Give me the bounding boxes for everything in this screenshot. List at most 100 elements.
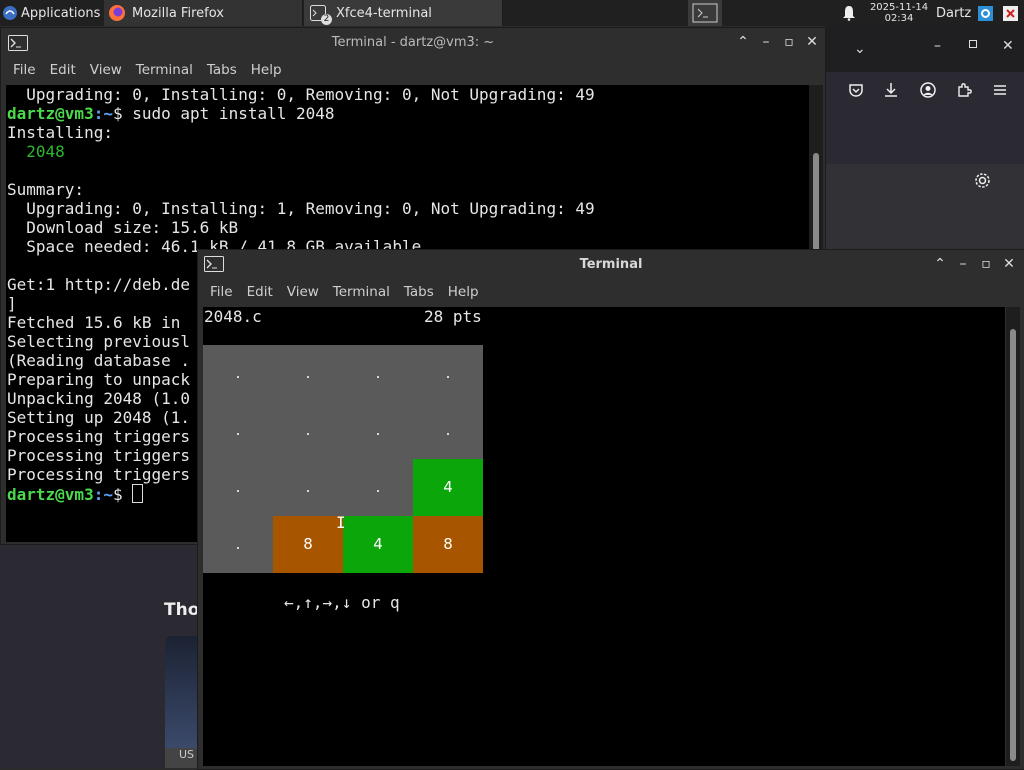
menu-edit[interactable]: Edit (240, 280, 280, 304)
terminal-line: Upgrading: 0, Installing: 1, Removing: 0… (7, 199, 595, 218)
board-empty-cell: . (203, 345, 273, 402)
applications-label: Applications (21, 5, 101, 21)
close-icon (1002, 5, 1018, 21)
maximize-button[interactable]: ▫ (781, 34, 797, 50)
board-tile: 8 (413, 516, 483, 573)
titlebar[interactable]: Terminal ⌃ – ▫ ✕ (198, 250, 1024, 280)
terminal-output[interactable]: 2048.c 28 pts ...........4.848 ←,↑,→,↓ o… (203, 307, 1005, 766)
prompt-command: $ sudo apt install 2048 (112, 104, 335, 123)
clock[interactable]: 2025-11-14 02:34 (866, 0, 932, 26)
xfce-logo-icon (3, 6, 17, 20)
extensions-icon[interactable] (956, 82, 972, 102)
scrollbar-thumb[interactable] (1010, 329, 1016, 761)
board-tile: 8 (273, 516, 343, 573)
game-name: 2048.c (204, 307, 262, 326)
taskbar-terminal[interactable]: 2 Xfce4-terminal (304, 0, 503, 26)
minimize-button[interactable]: – (955, 256, 971, 272)
terminal-line: 2048 (7, 142, 65, 161)
logout-tray[interactable] (1001, 0, 1019, 26)
maximize-button[interactable]: ▫ (978, 256, 994, 272)
terminal-line: dartz@vm3:~$ sudo apt install 2048 (7, 104, 809, 123)
terminal-line: Download size: 15.6 kB (7, 218, 239, 237)
taskbar-terminal-label: Xfce4-terminal (336, 5, 432, 21)
score: 28 pts (424, 307, 482, 326)
user-name: Dartz (936, 5, 972, 21)
menu-file[interactable]: File (6, 58, 43, 82)
firefox-icon (109, 5, 125, 21)
shade-button[interactable]: ⌃ (735, 34, 751, 50)
prompt-user: dartz@vm3 (7, 104, 94, 123)
prompt-path: :~ (93, 485, 113, 504)
menu-help[interactable]: Help (441, 280, 486, 304)
workspace-switcher[interactable] (688, 0, 722, 26)
terminal-line: Summary: (7, 180, 85, 199)
close-button[interactable]: ✕ (1001, 256, 1017, 272)
scrollbar[interactable] (1006, 307, 1020, 766)
menu-terminal[interactable]: Terminal (129, 58, 200, 82)
terminal-cursor (132, 484, 144, 503)
terminal-line: Upgrading: 0, Installing: 0, Removing: 0… (7, 85, 595, 104)
board-empty-cell: . (203, 516, 273, 573)
clock-time: 02:34 (884, 13, 914, 24)
board-tile: 4 (343, 516, 413, 573)
menu-help[interactable]: Help (244, 58, 289, 82)
menu-edit[interactable]: Edit (43, 58, 83, 82)
menu-terminal[interactable]: Terminal (326, 280, 397, 304)
close-icon[interactable]: ✕ (1002, 38, 1014, 54)
settings-tray[interactable] (976, 0, 994, 26)
game-board[interactable]: ...........4.848 (203, 345, 483, 573)
menu-view[interactable]: View (280, 280, 326, 304)
taskbar-firefox[interactable]: Mozilla Firefox (104, 0, 303, 26)
board-empty-cell: . (413, 345, 483, 402)
controls-hint: ←,↑,→,↓ or q (284, 593, 400, 612)
menu-tabs[interactable]: Tabs (200, 58, 244, 82)
menu-view[interactable]: View (83, 58, 129, 82)
shade-button[interactable]: ⌃ (932, 256, 948, 272)
board-empty-cell: . (273, 345, 343, 402)
terminal-window-front: Terminal ⌃ – ▫ ✕ File Edit View Terminal Tab… (197, 249, 1024, 770)
user-menu[interactable]: Dartz (936, 0, 974, 26)
pocket-icon[interactable] (848, 82, 864, 102)
terminal-line: Installing: (7, 123, 113, 142)
board-empty-cell: . (273, 402, 343, 459)
scrollbar-thumb[interactable] (813, 153, 819, 253)
top-panel: Applications Mozilla Firefox 2 Xfce4-ter… (0, 0, 1024, 26)
workspace-icon (692, 3, 718, 23)
task-count-badge: 2 (321, 14, 332, 25)
taskbar-firefox-label: Mozilla Firefox (132, 5, 224, 21)
board-empty-cell: . (343, 459, 413, 516)
board-empty-cell: . (203, 459, 273, 516)
hamburger-menu-icon[interactable] (992, 82, 1008, 102)
download-icon[interactable] (883, 82, 899, 102)
board-empty-cell: . (343, 345, 413, 402)
account-icon[interactable] (920, 82, 936, 102)
notifications-button[interactable] (840, 0, 858, 26)
chevron-down-icon[interactable]: ⌄ (854, 41, 866, 57)
board-tile: 4 (413, 459, 483, 516)
menubar: File Edit View Terminal Tabs Help (198, 280, 1024, 304)
board-empty-cell: . (343, 402, 413, 459)
minimize-button[interactable]: – (758, 34, 774, 50)
menu-file[interactable]: File (203, 280, 240, 304)
firefox-tabstrip: ⌄ – ✕ (826, 26, 1024, 72)
maximize-icon[interactable] (969, 40, 977, 48)
prompt-path: :~ (93, 104, 113, 123)
board-empty-cell: . (413, 402, 483, 459)
applications-menu-button[interactable]: Applications (2, 0, 102, 26)
background-page: Thor US (0, 540, 208, 768)
close-button[interactable]: ✕ (804, 34, 820, 50)
page-footer-fragment: US (165, 748, 201, 768)
board-empty-cell: . (273, 459, 343, 516)
clock-date: 2025-11-14 (869, 2, 929, 13)
titlebar[interactable]: Terminal - dartz@vm3: ~ ⌃ – ▫ ✕ (1, 28, 825, 58)
minimize-icon[interactable]: – (934, 38, 941, 54)
page-settings-icon[interactable] (974, 172, 991, 193)
text-cursor-icon: I (336, 513, 346, 532)
bell-icon (843, 6, 855, 21)
terminal-task-icon: 2 (310, 5, 332, 25)
window-title: Terminal - dartz@vm3: ~ (331, 35, 495, 50)
board-empty-cell: . (203, 402, 273, 459)
menubar: File Edit View Terminal Tabs Help (1, 58, 825, 82)
menu-tabs[interactable]: Tabs (397, 280, 441, 304)
